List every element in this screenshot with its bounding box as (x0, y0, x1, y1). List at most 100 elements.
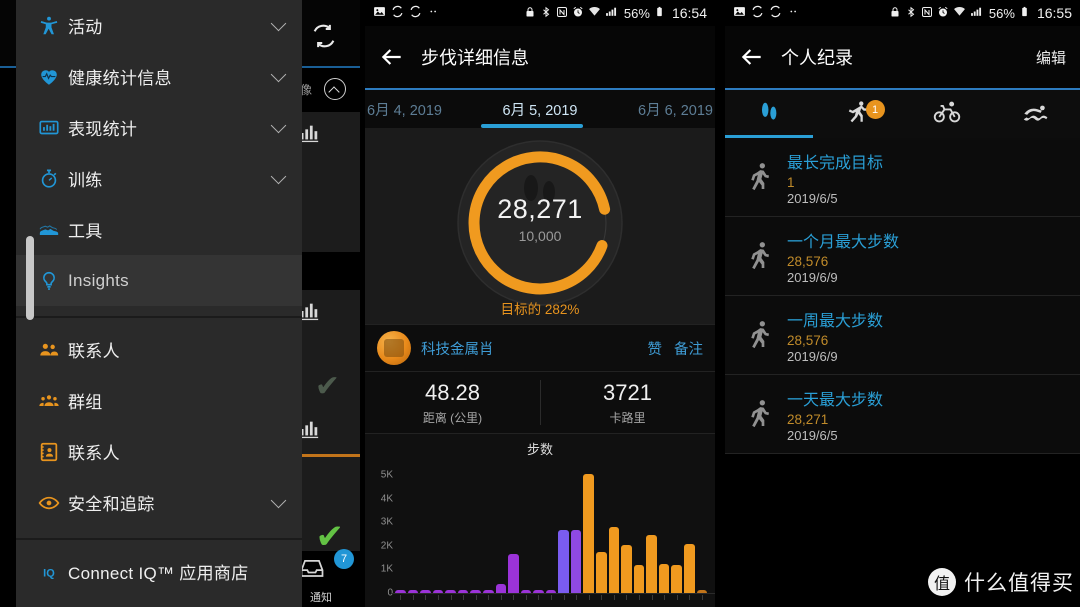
table-row[interactable]: 一天最大步数 28,271 2019/6/5 (725, 375, 1080, 454)
comment-button[interactable]: 备注 (674, 338, 703, 359)
chevron-down-icon[interactable] (272, 496, 286, 510)
chart-bar (583, 473, 594, 593)
chevron-down-icon[interactable] (272, 19, 286, 33)
chart-x-tick (508, 595, 519, 603)
chart-bar (658, 564, 670, 593)
sidebar-item-activity[interactable]: 活动 (16, 0, 302, 51)
walking-person-icon (735, 161, 787, 193)
chart-x-tick (445, 595, 456, 603)
table-row[interactable]: 最长完成目标 1 2019/6/5 (725, 138, 1080, 217)
lightbulb-icon (30, 270, 68, 292)
chevron-down-icon[interactable] (272, 70, 286, 84)
chart-x-tick (659, 595, 670, 603)
table-row[interactable]: 一周最大步数 28,576 2019/6/9 (725, 296, 1080, 375)
sidebar-item-insights[interactable]: Insights (16, 255, 302, 306)
sidebar-item-groups[interactable]: 群组 (16, 375, 302, 426)
sidebar-item-contact-card[interactable]: 联系人 (16, 426, 302, 477)
chart-bar (608, 527, 620, 593)
badge-name[interactable]: 科技金属肖 (421, 338, 494, 359)
wifi-icon (588, 5, 601, 21)
tab-running[interactable]: 1 (814, 90, 903, 138)
goal-percent-label: 目标的 282% (500, 302, 580, 317)
drawer-group-social: 联系人 群组 联系人 安全和追踪 (16, 324, 302, 528)
chevron-down-icon[interactable] (272, 172, 286, 186)
stat-distance: 48.28 距离 (公里) (365, 372, 540, 433)
status-bar-clock: 16:54 (671, 5, 707, 21)
more-dots-icon (427, 5, 440, 21)
back-arrow-icon[interactable] (379, 44, 413, 70)
gauge-center-readout: 28,271 10,000 (455, 194, 625, 244)
chart-x-ticks (395, 595, 707, 603)
steps-goal-value: 10,000 (518, 228, 562, 244)
chart-x-tick (634, 595, 645, 603)
tab-cycling[interactable] (903, 90, 992, 138)
chart-bar (671, 565, 682, 593)
sidebar-item-label: 联系人 (68, 342, 120, 361)
tab-swimming[interactable] (991, 90, 1080, 138)
tab-indicator (725, 135, 813, 138)
chart-bar (558, 529, 569, 593)
sidebar-item-label: Insights (68, 270, 129, 290)
status-bar-right-icons: 56% 16:54 (524, 5, 707, 21)
bluetooth-icon (905, 6, 917, 21)
activity-person-icon (30, 15, 68, 37)
steps-gauge-section: 28,271 10,000 目标的 282% (365, 128, 715, 324)
chart-bars (395, 466, 708, 593)
back-arrow-icon[interactable] (739, 44, 773, 70)
record-text: 最长完成目标 1 2019/6/5 (787, 149, 1070, 206)
signal-icon (605, 5, 618, 21)
sidebar-item-safety-tracking[interactable]: 安全和追踪 (16, 477, 302, 528)
sidebar-item-training[interactable]: 训练 (16, 153, 302, 204)
chevron-down-icon[interactable] (272, 121, 286, 135)
record-value: 28,576 (787, 253, 829, 269)
stats-row: 48.28 距离 (公里) 3721 卡路里 (365, 372, 715, 434)
screenshot-root: 像 ✔ ✔ 7 通知 活动 健康统计信息 表现统计 训练 工具 Insights… (0, 0, 1080, 607)
chart-x-tick (697, 595, 708, 603)
status-bar-clock: 16:55 (1036, 5, 1072, 21)
sync-icon[interactable] (310, 22, 338, 50)
alarm-icon (937, 6, 949, 21)
drawer-scrollbar[interactable] (26, 236, 34, 320)
sidebar-item-health-stats[interactable]: 健康统计信息 (16, 51, 302, 102)
bluetooth-icon (540, 6, 552, 21)
sidebar-item-tools[interactable]: 工具 (16, 204, 302, 255)
date-selector: 6月 4, 2019 6月 5, 2019 6月 6, 2019 (365, 90, 715, 128)
chart-axis-line (391, 593, 715, 594)
date-tab-previous[interactable]: 6月 4, 2019 (365, 99, 482, 120)
chart-y-tick: 3K (380, 516, 393, 528)
footprints-icon (756, 99, 782, 130)
chart-bar (646, 535, 657, 593)
watermark: 值 什么值得买 (928, 567, 1074, 597)
walking-person-icon (735, 240, 787, 272)
record-title: 一个月最大步数 (787, 233, 900, 251)
chart-bar (508, 554, 519, 593)
like-button[interactable]: 赞 (648, 338, 663, 359)
sidebar-item-contacts[interactable]: 联系人 (16, 324, 302, 375)
date-tab-current[interactable]: 6月 5, 2019 (482, 99, 597, 120)
tab-steps[interactable] (725, 90, 814, 138)
app-bar: 步伐详细信息 (365, 26, 715, 88)
date-tab-next[interactable]: 6月 6, 2019 (598, 99, 715, 120)
steps-value: 28,271 (497, 194, 583, 224)
app-bar: 个人纪录 编辑 (725, 26, 1080, 88)
edit-button[interactable]: 编辑 (1036, 47, 1066, 68)
sidebar-item-performance-stats[interactable]: 表现统计 (16, 102, 302, 153)
sync-icon (391, 5, 404, 21)
check-icon: ✔ (314, 370, 340, 403)
swimming-icon (1022, 98, 1050, 131)
group-people-icon (30, 390, 68, 412)
chart-x-tick (646, 595, 657, 603)
achievement-badge-row[interactable]: 科技金属肖 赞 备注 (365, 324, 715, 372)
table-row[interactable]: 一个月最大步数 28,576 2019/6/9 (725, 217, 1080, 296)
battery-icon (1019, 6, 1030, 20)
chart-x-tick (458, 595, 469, 603)
chart-y-axis: 01K2K3K4K5K (369, 466, 395, 599)
chevron-up-circle-icon[interactable] (324, 78, 346, 100)
chart-x-tick (521, 595, 532, 603)
battery-percent: 56% (623, 5, 650, 21)
chart-bar (570, 529, 582, 593)
sidebar-item-connect-iq-store[interactable]: IQ Connect IQ™ 应用商店 (16, 546, 302, 597)
chart-x-tick (671, 595, 682, 603)
chart-y-tick: 2K (380, 540, 393, 552)
record-title: 最长完成目标 (787, 154, 884, 172)
